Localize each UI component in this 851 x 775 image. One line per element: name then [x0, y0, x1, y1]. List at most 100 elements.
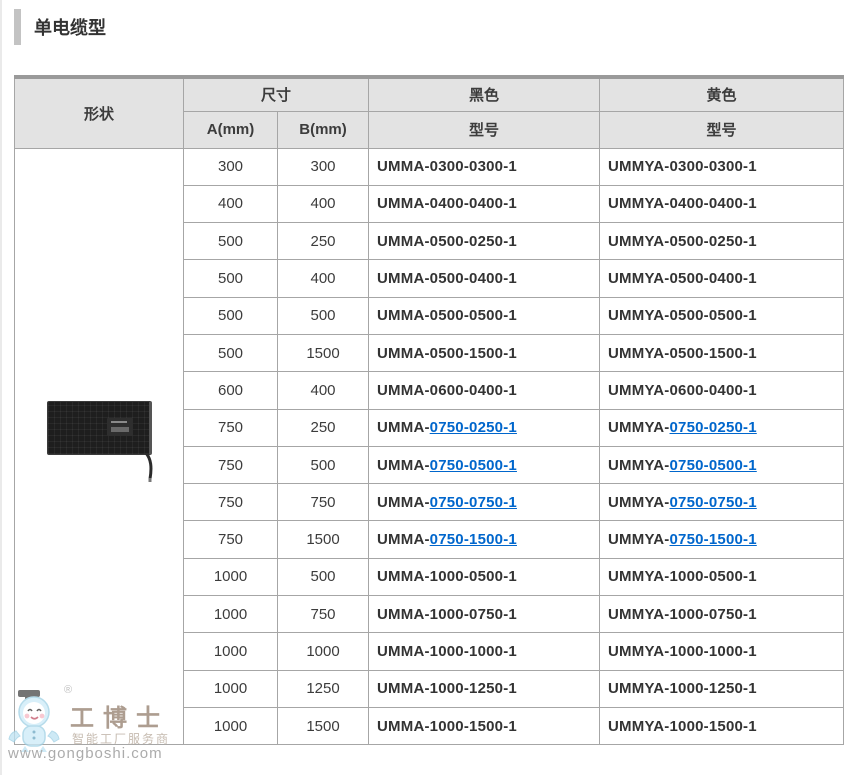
- cell-a-value: 400: [184, 185, 278, 222]
- watermark-url: www.gongboshi.com: [8, 745, 163, 762]
- yellow-model-link[interactable]: 0750-0500-1: [670, 457, 757, 474]
- cell-a-value: 500: [184, 297, 278, 334]
- yellow-model-link[interactable]: 0750-0750-1: [670, 494, 757, 511]
- b-value: 300: [310, 158, 335, 175]
- a-value: 600: [218, 382, 243, 399]
- black-model-prefix: UMMA-0500-1500-1: [377, 345, 517, 362]
- black-model-link[interactable]: 0750-1500-1: [430, 531, 517, 548]
- header-black: 黑色: [369, 77, 600, 111]
- b-value: 250: [310, 233, 335, 250]
- header-b-mm: B(mm): [278, 111, 369, 148]
- cell-yellow-model: UMMYA-1000-1500-1: [600, 707, 844, 744]
- b-value: 1500: [306, 345, 339, 362]
- cell-yellow-model: UMMYA-0500-0400-1: [600, 260, 844, 297]
- cell-black-model: UMMA-0500-0400-1: [369, 260, 600, 297]
- b-value: 1500: [306, 531, 339, 548]
- cell-black-model: UMMA-1000-1000-1: [369, 633, 600, 670]
- b-value: 400: [310, 195, 335, 212]
- black-model-prefix: UMMA-0600-0400-1: [377, 382, 517, 399]
- cell-a-value: 1000: [184, 707, 278, 744]
- yellow-model-link[interactable]: 0750-1500-1: [670, 531, 757, 548]
- header-yellow: 黄色: [600, 77, 844, 111]
- b-value: 750: [310, 494, 335, 511]
- cell-b-value: 750: [278, 596, 369, 633]
- b-value: 750: [310, 606, 335, 623]
- cell-black-model: UMMA-1000-1250-1: [369, 670, 600, 707]
- black-model-link[interactable]: 0750-0500-1: [430, 457, 517, 474]
- yellow-model-prefix: UMMYA-0400-0400-1: [608, 195, 757, 212]
- a-value: 1000: [214, 606, 247, 623]
- yellow-model-prefix: UMMYA-0500-0500-1: [608, 307, 757, 324]
- cell-a-value: 750: [184, 484, 278, 521]
- yellow-model-prefix: UMMYA-0600-0400-1: [608, 382, 757, 399]
- cell-b-value: 500: [278, 558, 369, 595]
- cell-black-model: UMMA-0600-0400-1: [369, 372, 600, 409]
- cell-yellow-model: UMMYA-1000-1250-1: [600, 670, 844, 707]
- black-model-prefix: UMMA-1000-0500-1: [377, 568, 517, 585]
- header-shape: 形状: [15, 77, 184, 148]
- black-model-prefix: UMMA-: [377, 494, 430, 511]
- yellow-model-prefix: UMMYA-1000-1000-1: [608, 643, 757, 660]
- yellow-model-prefix: UMMYA-0500-1500-1: [608, 345, 757, 362]
- cell-b-value: 400: [278, 260, 369, 297]
- b-value: 1000: [306, 643, 339, 660]
- yellow-model-prefix: UMMYA-0500-0400-1: [608, 270, 757, 287]
- cell-black-model: UMMA-0500-0250-1: [369, 223, 600, 260]
- cell-a-value: 1000: [184, 670, 278, 707]
- yellow-model-prefix: UMMYA-0300-0300-1: [608, 158, 757, 175]
- a-value: 750: [218, 494, 243, 511]
- a-value: 500: [218, 307, 243, 324]
- cell-black-model: UMMA-0750-0750-1: [369, 484, 600, 521]
- cell-black-model: UMMA-0750-0500-1: [369, 446, 600, 483]
- cell-a-value: 1000: [184, 633, 278, 670]
- cell-yellow-model: UMMYA-0750-0750-1: [600, 484, 844, 521]
- yellow-model-prefix: UMMYA-: [608, 531, 669, 548]
- black-model-prefix: UMMA-0500-0400-1: [377, 270, 517, 287]
- cell-a-value: 750: [184, 521, 278, 558]
- shape-image-cell: [15, 148, 184, 745]
- cell-b-value: 500: [278, 446, 369, 483]
- a-value: 750: [218, 457, 243, 474]
- header-black-model: 型号: [369, 111, 600, 148]
- b-value: 1500: [306, 718, 339, 735]
- product-spec-table: 形状 尺寸 黑色 黄色 A(mm) B(mm) 型号 型号: [14, 75, 844, 745]
- a-value: 500: [218, 233, 243, 250]
- cell-yellow-model: UMMYA-0750-0500-1: [600, 446, 844, 483]
- black-model-link[interactable]: 0750-0750-1: [430, 494, 517, 511]
- header-a-mm: A(mm): [184, 111, 278, 148]
- cell-black-model: UMMA-0750-0250-1: [369, 409, 600, 446]
- yellow-model-prefix: UMMYA-: [608, 457, 669, 474]
- cell-a-value: 300: [184, 148, 278, 185]
- a-value: 1000: [214, 568, 247, 585]
- cell-yellow-model: UMMYA-1000-1000-1: [600, 633, 844, 670]
- gongboshi-watermark: ® 工博士 智能工厂服务商 www.gongboshi.com: [8, 684, 168, 764]
- cell-b-value: 1500: [278, 707, 369, 744]
- cell-a-value: 1000: [184, 558, 278, 595]
- b-value: 1250: [306, 680, 339, 697]
- a-value: 300: [218, 158, 243, 175]
- cable-graphic: [142, 453, 156, 483]
- cell-b-value: 400: [278, 372, 369, 409]
- cell-b-value: 1500: [278, 521, 369, 558]
- black-model-prefix: UMMA-1000-1250-1: [377, 680, 517, 697]
- title-accent-bar: [14, 9, 21, 45]
- cell-yellow-model: UMMYA-0750-0250-1: [600, 409, 844, 446]
- yellow-model-link[interactable]: 0750-0250-1: [670, 419, 757, 436]
- page-title: 单电缆型: [34, 14, 106, 40]
- black-model-prefix: UMMA-1000-1500-1: [377, 718, 517, 735]
- mat-label-sticker: [107, 418, 133, 436]
- header-size: 尺寸: [184, 77, 369, 111]
- cell-a-value: 750: [184, 446, 278, 483]
- black-model-prefix: UMMA-: [377, 531, 430, 548]
- yellow-model-prefix: UMMYA-0500-0250-1: [608, 233, 757, 250]
- a-value: 1000: [214, 680, 247, 697]
- a-value: 1000: [214, 718, 247, 735]
- b-value: 500: [310, 457, 335, 474]
- cell-black-model: UMMA-1000-0500-1: [369, 558, 600, 595]
- yellow-model-prefix: UMMYA-1000-0750-1: [608, 606, 757, 623]
- black-model-prefix: UMMA-0500-0500-1: [377, 307, 517, 324]
- cell-a-value: 1000: [184, 596, 278, 633]
- b-value: 250: [310, 419, 335, 436]
- black-model-link[interactable]: 0750-0250-1: [430, 419, 517, 436]
- cell-a-value: 750: [184, 409, 278, 446]
